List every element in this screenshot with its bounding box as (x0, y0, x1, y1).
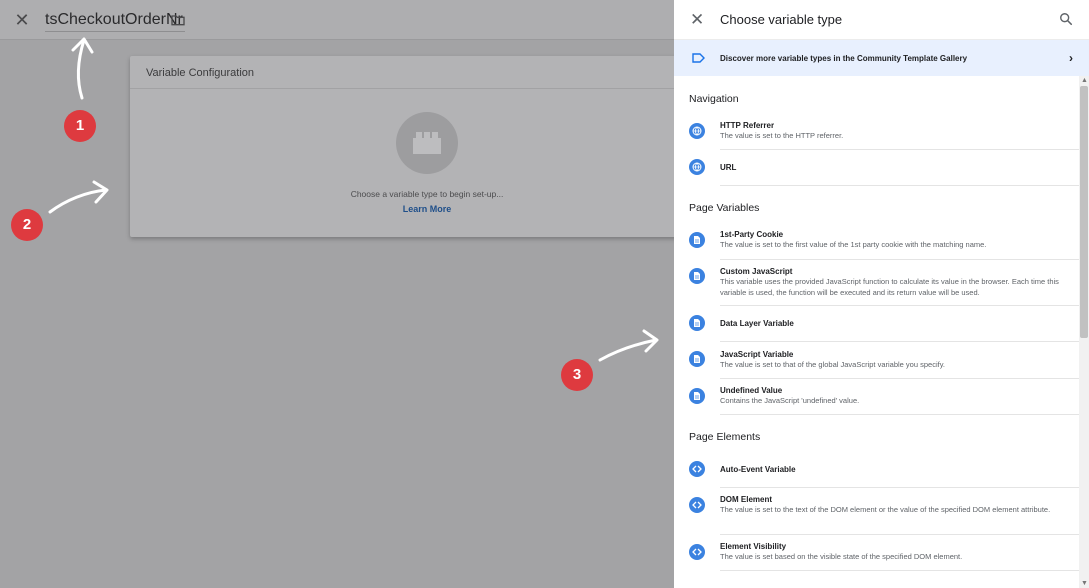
annotation-arrow-1 (71, 37, 94, 100)
variable-name-input[interactable]: tsCheckoutOrderNr (45, 8, 185, 32)
variable-type-1st-party-cookie[interactable]: 1st-Party Cookie The value is set to the… (674, 223, 1079, 260)
search-icon[interactable] (1059, 12, 1073, 26)
close-icon[interactable]: ✕ (690, 11, 704, 29)
variable-type-url[interactable]: URL (674, 150, 1079, 186)
item-title: Auto-Event Variable (720, 465, 796, 474)
lego-block-icon (396, 112, 458, 174)
item-title: Custom JavaScript (720, 267, 793, 276)
annotation-arrow-3 (598, 329, 659, 362)
panel-header: ✕ Choose variable type (674, 0, 1089, 40)
item-description: The value is set to the HTTP referrer. (720, 131, 844, 140)
item-title: DOM Element (720, 495, 773, 504)
community-gallery-banner[interactable]: Discover more variable types in the Comm… (674, 40, 1089, 76)
variable-type-undefined-value[interactable]: Undefined Value Contains the JavaScript … (674, 379, 1079, 415)
variable-type-custom-javascript[interactable]: Custom JavaScript This variable uses the… (674, 260, 1079, 306)
choose-variable-type-panel: ✕ Choose variable type Discover more var… (674, 0, 1089, 588)
document-icon (689, 351, 705, 367)
chevron-right-icon: › (1069, 51, 1073, 65)
variable-type-http-referrer[interactable]: HTTP Referrer The value is set to the HT… (674, 114, 1079, 150)
variable-type-auto-event-variable[interactable]: Auto-Event Variable (674, 452, 1079, 488)
section-title-page-elements: Page Elements (689, 431, 761, 443)
scroll-up-icon[interactable]: ▲ (1081, 77, 1088, 84)
item-title: Data Layer Variable (720, 319, 794, 328)
divider (720, 414, 1079, 415)
item-description: This variable uses the provided JavaScri… (720, 277, 1059, 297)
item-title: Element Visibility (720, 542, 787, 551)
document-icon (689, 315, 705, 331)
code-icon (689, 544, 705, 560)
card-title: Variable Configuration (130, 56, 690, 89)
variable-type-javascript-variable[interactable]: JavaScript Variable The value is set to … (674, 342, 1079, 379)
document-icon (689, 268, 705, 284)
choose-type-hint: Choose a variable type to begin set-up..… (350, 189, 504, 199)
item-title: HTTP Referrer (720, 121, 775, 130)
panel-scrollbar[interactable]: ▲ ▼ (1079, 76, 1089, 588)
annotation-badge-3: 3 (561, 359, 593, 391)
variable-type-element-visibility[interactable]: Element Visibility The value is set base… (674, 535, 1079, 571)
variable-type-dom-element[interactable]: DOM Element The value is set to the text… (674, 488, 1079, 535)
scroll-down-icon[interactable]: ▼ (1081, 580, 1088, 587)
close-icon[interactable]: ✕ (12, 10, 32, 30)
divider (720, 570, 1079, 571)
annotation-arrow-2 (48, 180, 109, 214)
item-title: Undefined Value (720, 386, 783, 395)
globe-icon (689, 123, 705, 139)
variable-configuration-card[interactable]: Variable Configuration Choose a variable… (130, 56, 690, 237)
section-title-navigation: Navigation (689, 93, 739, 105)
annotation-badge-2: 2 (11, 209, 43, 241)
learn-more-link[interactable]: Learn More (130, 204, 724, 214)
section-title-page-variables: Page Variables (689, 202, 760, 214)
item-description: The value is set to that of the global J… (720, 360, 945, 369)
document-icon (689, 388, 705, 404)
item-description: The value is set based on the visible st… (720, 552, 963, 561)
item-description: The value is set to the first value of t… (720, 240, 987, 249)
editor-topbar: ✕ tsCheckoutOrderNr (0, 0, 674, 40)
document-icon (689, 232, 705, 248)
panel-title: Choose variable type (720, 12, 843, 27)
code-icon (689, 497, 705, 513)
gallery-text: Discover more variable types in the Comm… (720, 54, 968, 63)
folder-icon[interactable] (170, 12, 186, 28)
item-title: JavaScript Variable (720, 350, 794, 359)
globe-icon (689, 159, 705, 175)
variable-type-data-layer-variable[interactable]: Data Layer Variable (674, 306, 1079, 342)
divider (720, 185, 1079, 186)
item-description: Contains the JavaScript 'undefined' valu… (720, 396, 860, 405)
item-title: 1st-Party Cookie (720, 230, 784, 239)
tag-icon (692, 53, 705, 63)
annotation-badge-1: 1 (64, 110, 96, 142)
item-description: The value is set to the text of the DOM … (720, 505, 1051, 514)
scrollbar-thumb[interactable] (1080, 86, 1088, 338)
item-title: URL (720, 163, 737, 172)
code-icon (689, 461, 705, 477)
